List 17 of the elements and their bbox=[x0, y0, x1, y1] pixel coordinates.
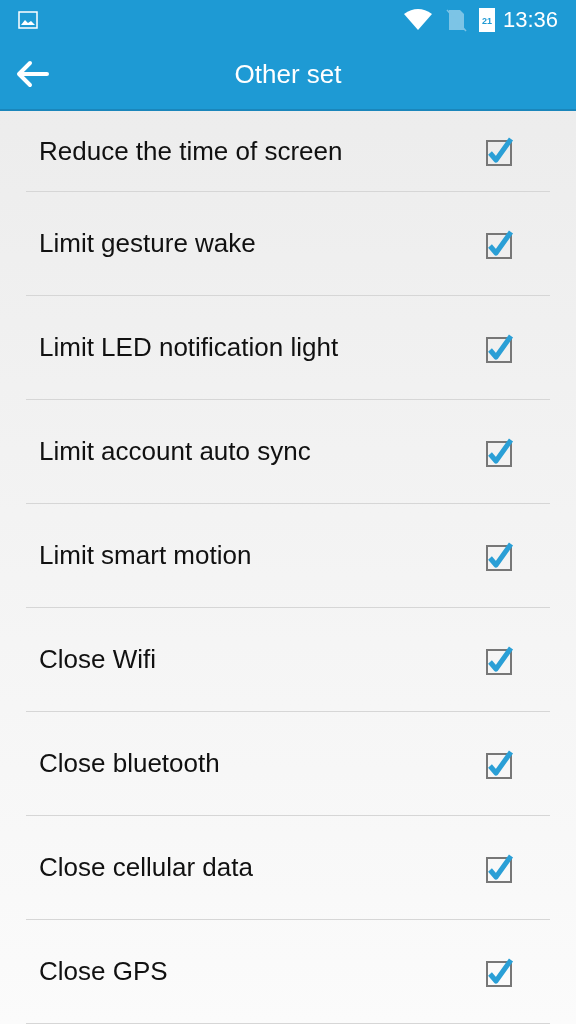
setting-label: Limit gesture wake bbox=[39, 227, 257, 260]
setting-label: Close cellular data bbox=[39, 851, 254, 884]
checkbox[interactable] bbox=[483, 135, 515, 167]
setting-label: Limit LED notification light bbox=[39, 331, 340, 364]
battery-icon: 21 bbox=[478, 7, 495, 32]
setting-label: Close Wifi bbox=[39, 643, 157, 676]
setting-label: Close bluetooth bbox=[39, 747, 221, 780]
setting-label: Reduce the time of screen bbox=[39, 134, 344, 168]
image-icon bbox=[18, 10, 38, 29]
clock: 13:36 bbox=[502, 8, 558, 31]
setting-label: Close GPS bbox=[39, 955, 169, 988]
back-arrow-icon bbox=[15, 59, 49, 90]
screen-title: Other set bbox=[234, 57, 342, 91]
setting-label: Limit account auto sync bbox=[39, 435, 312, 468]
setting-label: Limit smart motion bbox=[39, 539, 253, 572]
wifi-icon bbox=[402, 7, 433, 32]
no-sim-icon bbox=[444, 7, 467, 32]
